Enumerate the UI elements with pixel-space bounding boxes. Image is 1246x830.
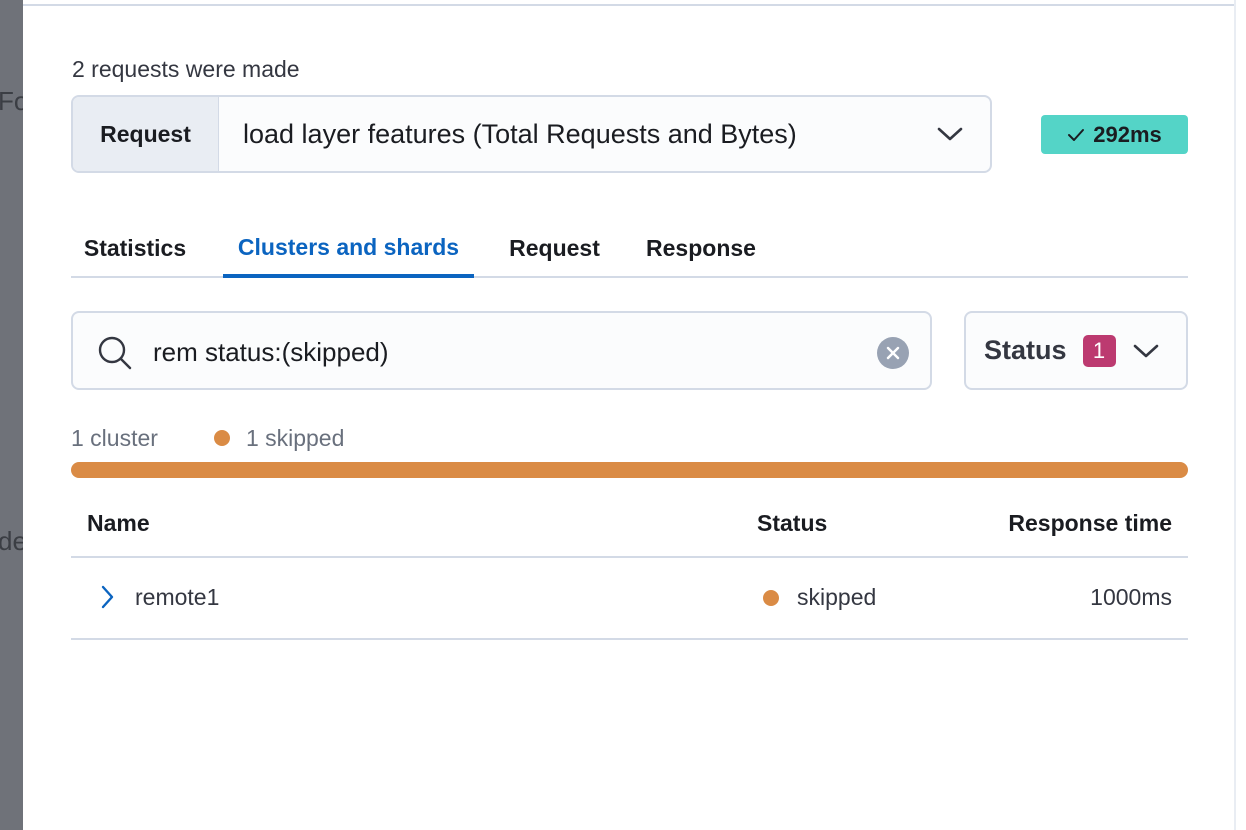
cluster-name-cell: remote1 <box>135 584 220 610</box>
scrollbar-track[interactable] <box>1234 0 1236 830</box>
search-query-text[interactable]: rem status:(skipped) <box>153 337 389 368</box>
column-header-status[interactable]: Status <box>757 510 827 537</box>
column-header-name[interactable]: Name <box>87 510 150 537</box>
request-select-value[interactable]: load layer features (Total Requests and … <box>219 97 910 171</box>
status-filter-count-badge: 1 <box>1082 334 1116 367</box>
cluster-summary: 1 cluster 1 skipped <box>71 424 344 452</box>
request-select-prepend: Request <box>73 97 219 171</box>
tab-clusters-and-shards[interactable]: Clusters and shards <box>223 218 474 278</box>
clusters-table: Name Status Response time remote1 skippe… <box>71 490 1188 640</box>
request-select[interactable]: Request load layer features (Total Reque… <box>71 95 992 173</box>
chevron-down-icon <box>1132 342 1160 360</box>
response-time-badge: 292ms <box>1041 115 1188 154</box>
response-time-label: 292ms <box>1093 121 1162 147</box>
cluster-status-bar <box>71 462 1188 478</box>
table-row: remote1 skipped 1000ms <box>71 558 1188 640</box>
skipped-count-label: 1 skipped <box>245 424 345 451</box>
cluster-status-cell: skipped <box>763 584 876 611</box>
tab-response[interactable]: Response <box>635 218 767 278</box>
chevron-right-icon <box>101 585 114 609</box>
cluster-status-text: skipped <box>797 584 877 610</box>
expand-row-button[interactable] <box>99 584 115 615</box>
table-header: Name Status Response time <box>71 490 1188 558</box>
header-divider <box>23 4 1235 6</box>
cluster-response-time-cell: 1000ms <box>1090 584 1172 610</box>
background-map-backdrop: Fo de <box>0 0 23 830</box>
inspector-tabs: Statistics Clusters and shards Request R… <box>71 218 1188 278</box>
backdrop-text-fragment: de <box>0 526 23 556</box>
cluster-count-label: 1 cluster <box>71 424 158 451</box>
status-filter-button[interactable]: Status 1 <box>964 311 1188 390</box>
skipped-status-dot <box>763 589 779 606</box>
skipped-status-dot <box>213 430 230 446</box>
inspector-flyout: 2 requests were made Request load layer … <box>23 0 1246 830</box>
clear-search-button[interactable] <box>877 337 909 369</box>
requests-count-label: 2 requests were made <box>72 56 300 82</box>
chevron-down-icon[interactable] <box>910 97 990 171</box>
cluster-search-input[interactable]: rem status:(skipped) <box>71 311 932 390</box>
check-icon <box>1067 122 1085 148</box>
column-header-response-time[interactable]: Response time <box>1008 510 1172 537</box>
status-filter-label: Status <box>984 335 1067 365</box>
tab-request[interactable]: Request <box>498 218 611 278</box>
backdrop-text-fragment: Fo <box>0 86 23 116</box>
search-icon <box>97 335 133 376</box>
tab-statistics[interactable]: Statistics <box>71 218 199 278</box>
close-icon <box>886 346 900 360</box>
